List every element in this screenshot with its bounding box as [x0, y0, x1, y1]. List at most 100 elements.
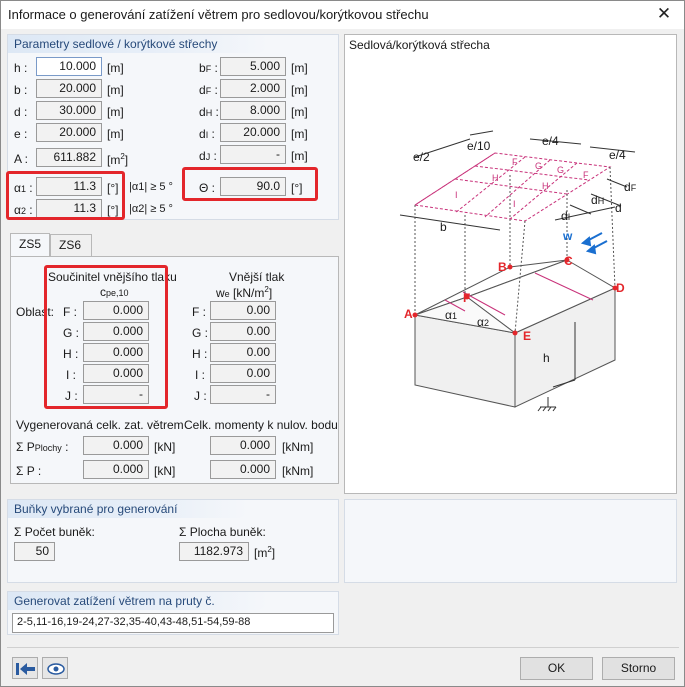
b-unit: [m]	[107, 83, 124, 97]
bf-unit: [m]	[291, 61, 308, 75]
tab-zs5[interactable]: ZS5	[10, 233, 50, 256]
dialog-window: Informace o generování zatížení větrem p…	[0, 0, 685, 687]
e-value: 20.000	[36, 123, 102, 142]
moment1-unit: [kNm]	[282, 440, 314, 454]
sum-pplochy-unit: [kN]	[154, 440, 176, 454]
zone-h-right: H	[542, 181, 549, 191]
close-icon[interactable]: ✕	[650, 3, 678, 25]
we-h-value: 0.00	[210, 343, 276, 362]
h-unit: [m]	[107, 61, 124, 75]
cell-area-unit: [m2]	[254, 545, 276, 560]
we-title: Vnější tlak	[229, 270, 285, 284]
dim-e4-first: e/4	[542, 134, 559, 148]
we-g-value: 0.00	[210, 322, 276, 341]
dj-value: -	[220, 145, 286, 164]
window-title: Informace o generování zatížení větrem p…	[8, 7, 429, 22]
dh-value: 8.000	[220, 101, 286, 120]
we-i-value: 0.00	[210, 364, 276, 383]
sum-p-value: 0.000	[83, 460, 149, 479]
point-f-label: F	[463, 291, 471, 305]
moment2-unit: [kNm]	[282, 464, 314, 478]
b-label: b :	[14, 83, 28, 97]
members-input[interactable]: 2-5,11-16,19-24,27-32,35-40,43-48,51-54,…	[12, 613, 334, 633]
roof-diagram	[399, 130, 636, 412]
e-label: e :	[14, 127, 28, 141]
zone-g-right: G	[557, 165, 565, 175]
we-zone-g-label: G :	[192, 326, 209, 340]
bf-label: bF :	[199, 61, 218, 75]
dh-label: dH :	[199, 105, 219, 119]
we-j-value: -	[210, 385, 276, 404]
alpha1-angle-label: α1	[445, 308, 457, 322]
dh-unit: [m]	[291, 105, 308, 119]
dim-e4-second: e/4	[609, 148, 626, 162]
cell-count-value: 50	[14, 542, 55, 561]
members-panel: Generovat zatížení větrem na pruty č. 2-…	[7, 591, 339, 635]
dj-unit: [m]	[291, 149, 308, 163]
selected-cells-heading: Buňky vybrané pro generování	[8, 500, 248, 518]
height-label: h	[543, 351, 550, 365]
arrow-back-icon	[16, 663, 35, 675]
e-unit: [m]	[107, 127, 124, 141]
view-button[interactable]	[42, 657, 68, 679]
moment1-value: 0.000	[210, 436, 276, 455]
point-e-label: E	[523, 329, 532, 343]
point-a-label: A	[404, 307, 413, 321]
cpe-highlight	[44, 265, 168, 409]
footer-separator	[7, 647, 679, 648]
dim-d: d	[615, 201, 622, 215]
diagram-panel: Sedlová/korýtková střecha e/2 e/10 e/4 e…	[344, 34, 677, 494]
zs5-tab-panel: Součinitel vnějšího tlaku cpe,10 Vnější …	[10, 256, 339, 484]
we-zone-i-label: I :	[195, 368, 206, 382]
members-heading: Generovat zatížení větrem na pruty č.	[8, 592, 268, 610]
bf-value: 5.000	[220, 57, 286, 76]
cancel-button[interactable]: Storno	[602, 657, 675, 680]
back-button[interactable]	[12, 657, 38, 679]
point-c-label: C	[564, 254, 573, 268]
dim-di: dI	[561, 209, 571, 223]
df-value: 2.000	[220, 79, 286, 98]
alpha-highlight	[6, 171, 125, 220]
sum-p-label: Σ P :	[16, 464, 42, 478]
h-label: h :	[14, 61, 28, 75]
h-input[interactable]: 10.000	[36, 57, 102, 76]
area-label: A :	[14, 152, 29, 166]
cell-count-label: Σ Počet buněk:	[14, 525, 95, 539]
we-symbol: we [kN/m2]	[216, 285, 273, 300]
moments-heading: Celk. momenty k nulov. bodu	[184, 418, 338, 432]
zone-g-left: G	[535, 161, 543, 171]
info-panel	[344, 499, 677, 583]
we-zone-h-label: H :	[192, 347, 208, 361]
di-unit: [m]	[291, 127, 308, 141]
wind-label: w	[563, 229, 573, 243]
we-zone-f-label: F :	[192, 305, 206, 319]
dim-b: b	[440, 220, 447, 234]
zone-h-left: H	[492, 173, 499, 183]
area-unit: [m2]	[107, 152, 129, 167]
zone-i-right: I	[513, 199, 516, 209]
moment2-value: 0.000	[210, 460, 276, 479]
alpha2-condition: |α2| ≥ 5 °	[129, 203, 173, 215]
dim-e10: e/10	[467, 139, 491, 153]
zone-f-right: F	[583, 170, 589, 180]
roof-parameters-panel: Parametry sedlové / korýtkové střechy h …	[6, 34, 339, 220]
dj-label: dJ :	[199, 149, 217, 163]
dim-e2: e/2	[413, 150, 430, 164]
point-d-label: D	[616, 281, 625, 295]
ok-button[interactable]: OK	[520, 657, 593, 680]
df-unit: [m]	[291, 83, 308, 97]
we-f-value: 0.00	[210, 301, 276, 320]
di-label: dI :	[199, 127, 215, 141]
generated-load-heading: Vygenerovaná celk. zat. větrem	[16, 418, 184, 432]
cell-area-value: 1182.973	[179, 542, 249, 561]
alpha1-condition: |α1| ≥ 5 °	[129, 181, 173, 193]
cell-area-label: Σ Plocha buněk:	[179, 525, 266, 539]
area-value: 611.882	[36, 148, 102, 167]
tab-zs6[interactable]: ZS6	[50, 234, 92, 256]
b-value: 20.000	[36, 79, 102, 98]
zone-i-left: I	[455, 190, 458, 200]
selected-cells-panel: Buňky vybrané pro generování Σ Počet bun…	[7, 499, 339, 583]
di-value: 20.000	[220, 123, 286, 142]
theta-highlight	[182, 167, 318, 201]
d-label: d :	[14, 105, 28, 119]
